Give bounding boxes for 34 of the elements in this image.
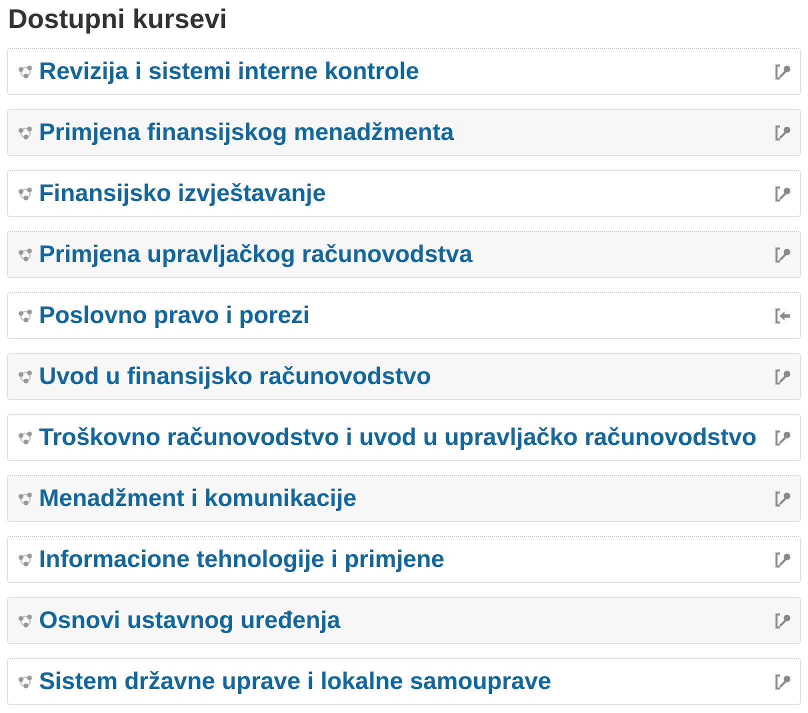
course-dots-icon (18, 186, 33, 200)
course-link[interactable]: Troškovno računovodstvo i uvod u upravljačko računovodstvo (39, 422, 756, 452)
key-icon (775, 490, 791, 506)
course-dots-icon (18, 126, 33, 140)
course-link[interactable]: Finansijsko izvještavanje (39, 178, 326, 208)
course-dots-icon (18, 552, 33, 566)
key-icon (775, 186, 791, 202)
course-link[interactable]: Informacione tehnologije i primjene (39, 544, 444, 574)
course-link[interactable]: Osnovi ustavnog uređenja (39, 606, 340, 636)
course-dots-icon (18, 370, 33, 384)
course-dots-icon (18, 674, 33, 688)
key-icon (775, 430, 791, 446)
course-link[interactable]: Primjena finansijskog menadžmenta (39, 118, 454, 148)
key-icon (775, 612, 791, 628)
course-link[interactable]: Menadžment i komunikacije (39, 484, 356, 514)
section-heading: Dostupni kursevi (7, 3, 228, 35)
course-dots-icon (18, 64, 33, 78)
course-link[interactable]: Revizija i sistemi interne kontrole (39, 56, 420, 86)
key-icon (775, 552, 791, 568)
key-icon (775, 64, 791, 80)
key-icon (775, 124, 791, 140)
course-link[interactable]: Uvod u finansijsko računovodstvo (39, 362, 432, 392)
course-dots-icon (18, 248, 33, 262)
course-link[interactable]: Primjena upravljačkog računovodstva (39, 240, 472, 270)
course-dots-icon (18, 430, 33, 444)
course-link[interactable]: Sistem državne uprave i lokalne samouprave (39, 666, 552, 696)
key-icon (775, 368, 791, 384)
key-icon (775, 246, 791, 262)
key-icon (775, 674, 791, 690)
course-dots-icon (18, 308, 33, 322)
course-dots-icon (18, 614, 33, 628)
enter-icon (775, 308, 791, 324)
course-dots-icon (18, 492, 33, 506)
course-link[interactable]: Poslovno pravo i porezi (39, 300, 310, 330)
